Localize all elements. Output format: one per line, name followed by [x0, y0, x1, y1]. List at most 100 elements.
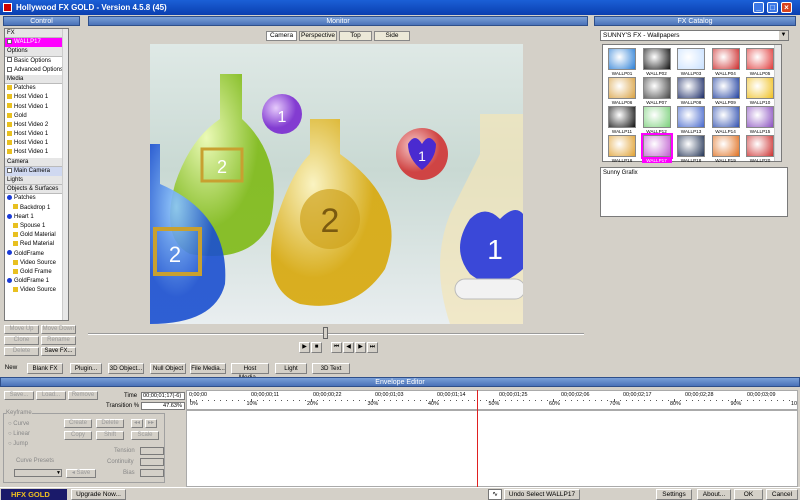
catalog-thumbnail[interactable]: [677, 48, 705, 70]
tree-item[interactable]: Backdrop 1: [5, 204, 68, 213]
timeline-slider[interactable]: [88, 333, 584, 335]
prev-icon[interactable]: ◀: [343, 342, 354, 353]
next-icon[interactable]: ▶: [355, 342, 366, 353]
tab-side[interactable]: Side: [374, 31, 410, 41]
key-copy-button[interactable]: Copy: [64, 431, 92, 440]
preview-viewport[interactable]: 2 2 2 1 1 1: [150, 44, 523, 324]
catalog-thumbnail[interactable]: [608, 48, 636, 70]
tab-perspective[interactable]: Perspective: [299, 31, 337, 41]
tree-item[interactable]: Objects & Surfaces: [5, 185, 68, 195]
tree-item[interactable]: Gold: [5, 112, 68, 121]
tree-scrollbar[interactable]: [62, 29, 68, 320]
curve-presets-select[interactable]: ▼: [14, 469, 62, 477]
tree-item[interactable]: GoldFrame 1: [5, 277, 68, 286]
catalog-thumbnail[interactable]: [746, 48, 774, 70]
envelope-load-button[interactable]: Load...: [36, 391, 66, 400]
toolbar-plugin-button[interactable]: Plugin...: [70, 363, 102, 374]
play-icon[interactable]: ▶: [299, 342, 310, 353]
tree-item[interactable]: Host Video 1: [5, 93, 68, 102]
tree-item[interactable]: Main Camera: [5, 166, 68, 176]
tab-camera[interactable]: Camera: [266, 31, 297, 41]
catalog-scrollbar[interactable]: [774, 45, 781, 161]
prev-key-icon[interactable]: ◂◂: [131, 419, 143, 428]
save-fx-button[interactable]: Save FX...: [41, 347, 76, 356]
key-scale-button[interactable]: Scale: [131, 431, 159, 440]
catalog-thumbnail[interactable]: [711, 77, 740, 99]
catalog-thumbnail[interactable]: [642, 106, 671, 128]
tab-top[interactable]: Top: [339, 31, 372, 41]
catalog-thumbnail[interactable]: [640, 133, 673, 159]
settings-button[interactable]: Settings: [656, 489, 692, 500]
toolbar-file-media-button[interactable]: File Media...: [190, 363, 226, 374]
interp-jump[interactable]: ○ Jump: [8, 441, 28, 447]
save-preset-button[interactable]: ◂ Save: [66, 469, 96, 478]
tension-field[interactable]: [140, 447, 164, 455]
about-button[interactable]: About...: [697, 489, 731, 500]
key-delete-button[interactable]: Delete: [96, 419, 124, 428]
ok-button[interactable]: OK: [734, 489, 763, 500]
key-create-button[interactable]: Create: [64, 419, 92, 428]
toolbar-light-button[interactable]: Light: [275, 363, 307, 374]
close-icon[interactable]: ×: [781, 2, 792, 13]
playhead[interactable]: [477, 390, 479, 487]
catalog-thumbnail[interactable]: [608, 77, 636, 99]
delete-button[interactable]: Delete: [4, 347, 39, 356]
tree-item[interactable]: Spouse 1: [5, 222, 68, 231]
maximize-icon[interactable]: □: [767, 2, 778, 13]
cancel-button[interactable]: Cancel: [766, 489, 798, 500]
envelope-graph[interactable]: [186, 410, 798, 487]
tree-item[interactable]: Options: [5, 47, 68, 57]
clone-button[interactable]: Clone: [4, 336, 39, 345]
time-field[interactable]: 00;00;01;17(-6): [141, 392, 185, 400]
tree-item[interactable]: Lights: [5, 176, 68, 186]
catalog-thumbnail[interactable]: [711, 106, 740, 128]
tree-item[interactable]: Patches: [5, 84, 68, 93]
tree-item[interactable]: Video Source: [5, 259, 68, 268]
catalog-thumbnail[interactable]: [746, 135, 774, 157]
interp-curve[interactable]: ○ Curve: [8, 421, 29, 427]
catalog-thumbnail[interactable]: [677, 135, 705, 157]
catalog-grid[interactable]: WALLP01 WALLP02 WALLP03 WALLP04 WALLP05 WALLP…: [602, 44, 782, 163]
continuity-field[interactable]: [140, 458, 164, 466]
bias-field[interactable]: [140, 469, 164, 477]
catalog-thumbnail[interactable]: [677, 77, 705, 99]
tree-item[interactable]: Camera: [5, 157, 68, 167]
toolbar-3d-object-button[interactable]: 3D Object...: [108, 363, 144, 374]
next-key-icon[interactable]: ▸▸: [145, 419, 157, 428]
tree-item[interactable]: GoldFrame: [5, 250, 68, 259]
tree-item[interactable]: Host Video 2: [5, 121, 68, 130]
tree-item[interactable]: Basic Options: [5, 57, 68, 66]
minimize-icon[interactable]: _: [753, 2, 764, 13]
catalog-thumbnail[interactable]: [642, 48, 671, 70]
move-down-button[interactable]: Move Down: [41, 325, 76, 334]
toolbar-host-media-button[interactable]: Host Media...: [231, 363, 269, 381]
tree-item[interactable]: WALLP17: [5, 38, 68, 48]
tree-item[interactable]: Host Video 1: [5, 103, 68, 112]
control-tree[interactable]: FX WALLP17 Options Basic Options Advanced Op…: [4, 28, 69, 321]
catalog-thumbnail[interactable]: [711, 48, 740, 70]
tree-item[interactable]: Red Material: [5, 240, 68, 249]
envelope-remove-button[interactable]: Remove: [68, 391, 98, 400]
tree-item[interactable]: Gold Frame: [5, 268, 68, 277]
catalog-dropdown[interactable]: SUNNY'S FX - Wallpapers ▼: [600, 30, 789, 41]
tree-item[interactable]: Host Video 1: [5, 130, 68, 139]
catalog-thumbnail[interactable]: [677, 106, 705, 128]
tree-item[interactable]: Host Video 1: [5, 139, 68, 148]
undo-button[interactable]: Undo Select WALLP17: [504, 489, 580, 500]
upgrade-button[interactable]: Upgrade Now...: [71, 489, 126, 500]
envelope-save-button[interactable]: Save...: [4, 391, 34, 400]
first-icon[interactable]: ⏮: [331, 342, 342, 353]
slider-thumb[interactable]: [323, 327, 328, 339]
last-icon[interactable]: ⏭: [367, 342, 378, 353]
catalog-thumbnail[interactable]: [711, 135, 740, 157]
toolbar-3d-text-button[interactable]: 3D Text: [312, 363, 350, 374]
tree-item[interactable]: FX: [5, 29, 68, 39]
tree-item[interactable]: Patches: [5, 194, 68, 203]
rename-button[interactable]: Rename: [41, 336, 76, 345]
stop-icon[interactable]: ■: [311, 342, 322, 353]
tree-item[interactable]: Host Video 1: [5, 148, 68, 157]
time-ruler[interactable]: 0;00;00 00;00;00;11 00;00;00;22 00;00;01;03…: [186, 390, 798, 410]
catalog-thumbnail[interactable]: [746, 77, 774, 99]
catalog-thumbnail[interactable]: [642, 77, 671, 99]
tree-item[interactable]: Heart 1: [5, 213, 68, 222]
